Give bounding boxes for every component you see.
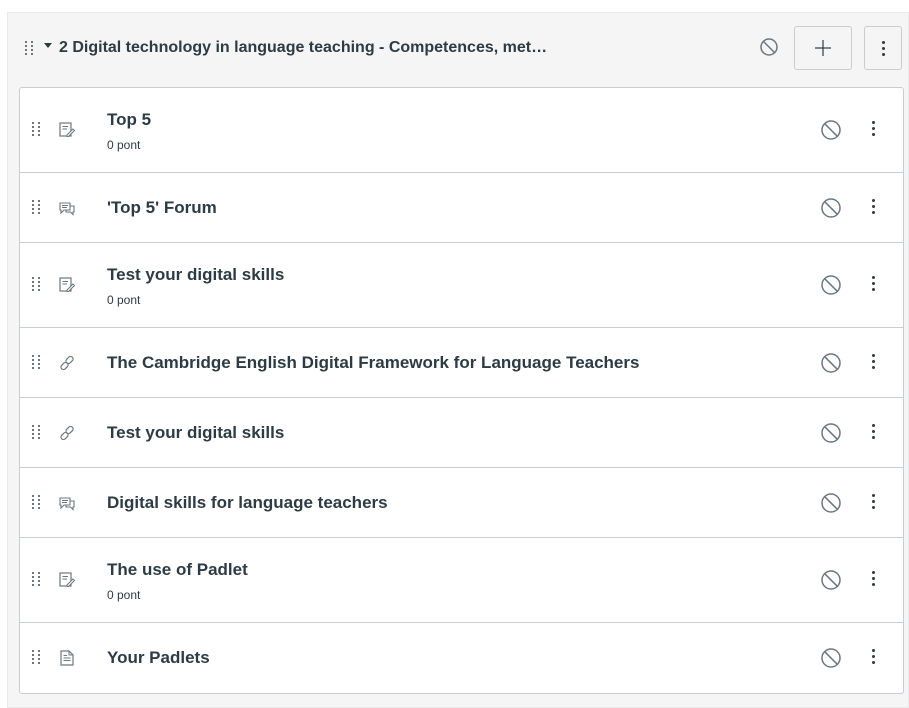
module-item[interactable]: Digital skills for language teachers [20,468,903,538]
module-items-list: Top 5 0 pont 'Top 5' Forum Test your dig… [19,87,904,694]
kebab-menu-icon[interactable] [872,571,875,586]
discussion-icon [58,199,76,217]
quiz-icon [58,571,76,589]
kebab-menu-icon[interactable] [872,198,875,214]
item-title[interactable]: Test your digital skills [107,265,284,285]
discussion-icon [58,494,76,512]
link-icon [58,354,76,372]
module-item[interactable]: Top 5 0 pont [20,88,903,173]
kebab-menu-icon[interactable] [872,276,875,291]
drag-handle-icon[interactable] [32,277,42,293]
module-item[interactable]: 'Top 5' Forum [20,173,903,243]
module-menu-button[interactable] [864,26,902,70]
unpublished-icon[interactable] [820,274,842,301]
item-title[interactable]: Digital skills for language teachers [107,493,388,513]
unpublished-icon[interactable] [820,352,842,379]
item-title[interactable]: Your Padlets [107,648,210,668]
item-title[interactable]: Top 5 [107,110,151,130]
kebab-menu-icon[interactable] [872,353,875,369]
kebab-menu-icon [881,40,885,56]
unpublished-icon[interactable] [820,119,842,146]
module-item[interactable]: Test your digital skills 0 pont [20,243,903,328]
kebab-menu-icon[interactable] [872,423,875,439]
module-item[interactable]: Your Padlets [20,623,903,693]
item-points: 0 pont [107,293,141,307]
drag-handle-icon[interactable] [32,122,42,138]
kebab-menu-icon[interactable] [872,121,875,136]
unpublished-icon[interactable] [820,647,842,674]
unpublished-icon[interactable] [820,569,842,596]
item-points: 0 pont [107,588,141,602]
add-item-button[interactable] [794,26,852,70]
link-icon [58,424,76,442]
item-title[interactable]: Test your digital skills [107,423,284,443]
module-item[interactable]: The use of Padlet 0 pont [20,538,903,623]
unpublished-icon[interactable] [820,422,842,449]
kebab-menu-icon[interactable] [872,649,875,664]
drag-handle-icon[interactable] [32,354,42,371]
drag-handle-icon[interactable] [32,424,42,441]
drag-handle-icon[interactable] [32,572,42,588]
quiz-icon [58,276,76,294]
module-item[interactable]: The Cambridge English Digital Framework … [20,328,903,398]
item-title[interactable]: 'Top 5' Forum [107,198,217,218]
quiz-icon [58,121,76,139]
drag-handle-icon[interactable] [32,650,42,666]
unpublished-icon[interactable] [820,492,842,519]
drag-handle-icon[interactable] [25,41,35,57]
collapse-caret-icon[interactable] [44,43,52,48]
module-title[interactable]: 2 Digital technology in language teachin… [59,39,547,57]
drag-handle-icon[interactable] [32,494,42,511]
unpublished-icon[interactable] [820,197,842,224]
kebab-menu-icon[interactable] [872,493,875,509]
unpublished-icon[interactable] [759,37,779,57]
plus-icon [815,40,831,56]
item-title[interactable]: The use of Padlet [107,560,248,580]
drag-handle-icon[interactable] [32,199,42,216]
module-item[interactable]: Test your digital skills [20,398,903,468]
module-header[interactable]: 2 Digital technology in language teachin… [8,13,908,85]
module-container: 2 Digital technology in language teachin… [7,12,909,708]
item-points: 0 pont [107,138,141,152]
item-title[interactable]: The Cambridge English Digital Framework … [107,353,639,373]
page-icon [58,649,76,667]
